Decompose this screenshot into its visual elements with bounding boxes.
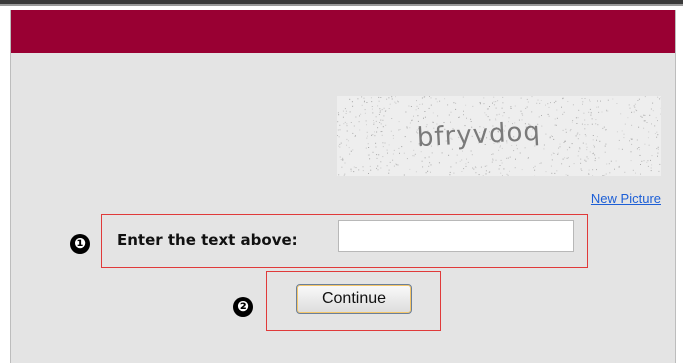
step-1-marker: ❶ xyxy=(70,234,90,254)
captcha-noise-graphic: bfryvdoq xyxy=(337,96,661,176)
top-border xyxy=(0,0,683,6)
page-panel: bfryvdoq New Picture ❶ ❷ Enter the text … xyxy=(10,10,676,363)
new-picture-link[interactable]: New Picture xyxy=(591,191,661,206)
step-2-number: ❷ xyxy=(237,299,249,315)
continue-button[interactable]: Continue xyxy=(296,284,412,314)
captcha-prompt-label: Enter the text above: xyxy=(117,231,298,249)
captcha-text: bfryvdoq xyxy=(416,117,541,153)
header-banner xyxy=(11,10,675,53)
captcha-input[interactable] xyxy=(338,220,574,252)
step-2-marker: ❷ xyxy=(233,297,253,317)
step-1-number: ❶ xyxy=(74,236,86,252)
captcha-image: bfryvdoq xyxy=(337,96,661,176)
